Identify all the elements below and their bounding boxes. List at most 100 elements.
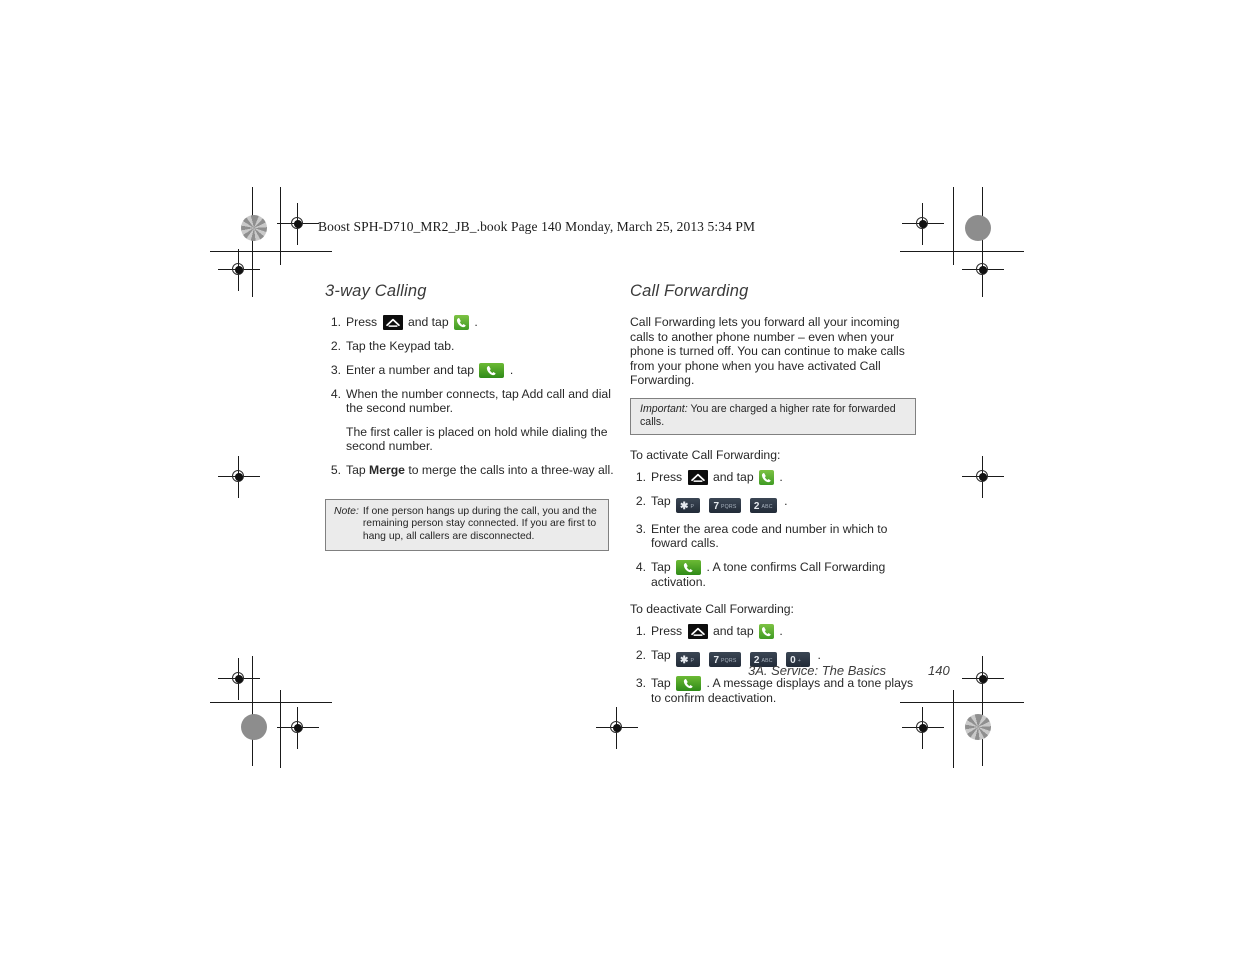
step-number: 2. <box>330 339 341 353</box>
step-text-before: Press <box>651 623 683 638</box>
step-text: When the number connects, tap Add call a… <box>346 386 611 416</box>
step-text-before: Press <box>651 469 683 484</box>
halftone-dot-top-right <box>965 215 991 241</box>
phone-green-wide-icon <box>676 559 702 575</box>
note-callout: Note: If one person hangs up during the c… <box>325 498 609 552</box>
step-text-before: Press <box>346 315 378 329</box>
footer-chapter: 3A. Service: The Basics <box>748 663 886 678</box>
step-text-before: Tap <box>651 647 671 662</box>
page-title-3way-calling: 3-way Calling <box>325 282 427 300</box>
registration-mark-bottom-left-lower <box>277 707 319 749</box>
step-text-after: to merge the calls into a three-way all. <box>408 462 614 477</box>
step-text-mid: and tap <box>712 469 754 484</box>
trim-line-top-inner-v <box>280 187 281 265</box>
step-text: Enter the area code and number in which … <box>651 521 888 551</box>
list-item: 2. Tap ✱ P 7 PQRS 2 ABC . <box>630 494 922 513</box>
keypad-key-star: ✱ P <box>676 497 701 513</box>
step-text-after: . <box>474 315 478 329</box>
steps-list-3way-calling-cont: 5. Tap Merge to merge the calls into a t… <box>325 463 617 478</box>
step-number: 1. <box>635 469 646 484</box>
phone-green-icon <box>454 315 469 330</box>
steps-list-3way-calling: 1. Press and tap . 2. Tap the Keypad tab… <box>325 315 617 416</box>
steps-list-activate: 1. Press and tap . 2. Tap ✱ P 7 PQRS 2 A… <box>630 469 922 590</box>
printed-page: Boost SPH-D710_MR2_JB_.book Page 140 Mon… <box>0 0 1235 954</box>
phone-green-wide-icon <box>676 675 702 691</box>
important-callout: Important: You are charged a higher rate… <box>630 397 916 435</box>
footer-page-number: 140 <box>928 663 950 678</box>
step-number: 1. <box>330 315 341 329</box>
deactivate-lead-in: To deactivate Call Forwarding: <box>630 602 794 617</box>
trim-line-bottom-left <box>210 702 332 703</box>
registration-mark-mid-right-upper <box>962 249 1004 291</box>
registration-mark-top-right <box>902 203 944 245</box>
home-icon <box>382 315 403 330</box>
activate-lead-in: To activate Call Forwarding: <box>630 447 781 462</box>
step-number: 4. <box>635 559 646 574</box>
list-item: 3. Enter a number and tap . <box>325 362 617 378</box>
list-item: 5. Tap Merge to merge the calls into a t… <box>325 463 617 478</box>
trim-line-top-left <box>210 251 332 252</box>
list-item: 1. Press and tap . <box>630 469 922 485</box>
step-number: 3. <box>635 521 646 536</box>
home-icon <box>687 623 708 639</box>
important-label: Important: <box>640 402 688 415</box>
phone-green-icon <box>759 469 774 485</box>
step-number: 4. <box>330 386 341 401</box>
halftone-dot-bottom-left <box>241 714 267 740</box>
step-text-before: Tap <box>651 559 671 574</box>
list-item: 4. When the number connects, tap Add cal… <box>325 387 617 416</box>
list-item: 3. Tap . A message displays and a tone p… <box>630 675 922 706</box>
step-text-mid: and tap <box>712 623 754 638</box>
halftone-dot-top-left <box>241 215 267 241</box>
phone-green-wide-icon <box>479 362 505 378</box>
note-label: Note: <box>334 505 359 517</box>
step-text-before: Tap <box>651 493 671 508</box>
step-text-before: Tap <box>346 462 366 477</box>
left-column: 3-way Calling 1. Press and tap . 2. Tap … <box>325 282 617 552</box>
keypad-key-two: 2 ABC <box>749 497 777 513</box>
right-column: Call Forwarding Call Forwarding lets you… <box>630 282 922 715</box>
step-text-after: . <box>779 623 783 638</box>
registration-mark-mid-left <box>218 456 260 498</box>
list-item: 1. Press and tap . <box>325 315 617 330</box>
list-item: 2. Tap the Keypad tab. <box>325 339 617 354</box>
registration-mark-bottom-right <box>962 658 1004 700</box>
step-text-after: . <box>784 493 788 508</box>
intro-paragraph: Call Forwarding lets you forward all you… <box>630 315 905 388</box>
page-footer: 3A. Service: The Basics 140 <box>748 663 950 678</box>
step-text: Tap the Keypad tab. <box>346 339 455 353</box>
step-text-after: . <box>779 469 783 484</box>
halftone-dot-bottom-right <box>965 714 991 740</box>
list-item: 4. Tap . A tone confirms Call Forwarding… <box>630 559 922 590</box>
step-number: 5. <box>330 462 341 477</box>
registration-mark-bottom-left <box>218 658 260 700</box>
registration-mark-bottom-center <box>596 707 638 749</box>
trim-line-bottom-inner-right-v <box>953 690 954 768</box>
step-text-mid: and tap <box>407 315 449 329</box>
sub-paragraph: The first caller is placed on hold while… <box>346 424 608 454</box>
step-text-before: Tap <box>651 675 671 690</box>
note-body: If one person hangs up during the call, … <box>362 505 597 542</box>
step-number: 3. <box>635 675 646 690</box>
step-text-before: Enter a number and tap <box>346 362 475 377</box>
trim-line-bottom-inner-v <box>280 690 281 768</box>
registration-mark-top-left <box>277 203 319 245</box>
step-text-bold: Merge <box>369 462 405 477</box>
step-number: 2. <box>635 647 646 662</box>
keypad-key-seven: 7 PQRS <box>709 651 741 667</box>
keypad-key-star: ✱ P <box>676 651 701 667</box>
step-text-after: . <box>817 647 821 662</box>
trim-line-top-right <box>900 251 1024 252</box>
keypad-key-seven: 7 PQRS <box>709 497 741 513</box>
running-header: Boost SPH-D710_MR2_JB_.book Page 140 Mon… <box>318 219 756 234</box>
step-number: 2. <box>635 493 646 508</box>
registration-mark-mid-left-upper <box>218 249 260 291</box>
list-item: 1. Press and tap . <box>630 623 922 639</box>
step-number: 1. <box>635 623 646 638</box>
registration-mark-mid-right <box>962 456 1004 498</box>
registration-mark-bottom-right-lower <box>902 707 944 749</box>
home-icon <box>687 469 708 485</box>
step-text-after: . <box>509 362 514 377</box>
list-item: 3. Enter the area code and number in whi… <box>630 522 922 551</box>
step-number: 3. <box>330 362 341 377</box>
